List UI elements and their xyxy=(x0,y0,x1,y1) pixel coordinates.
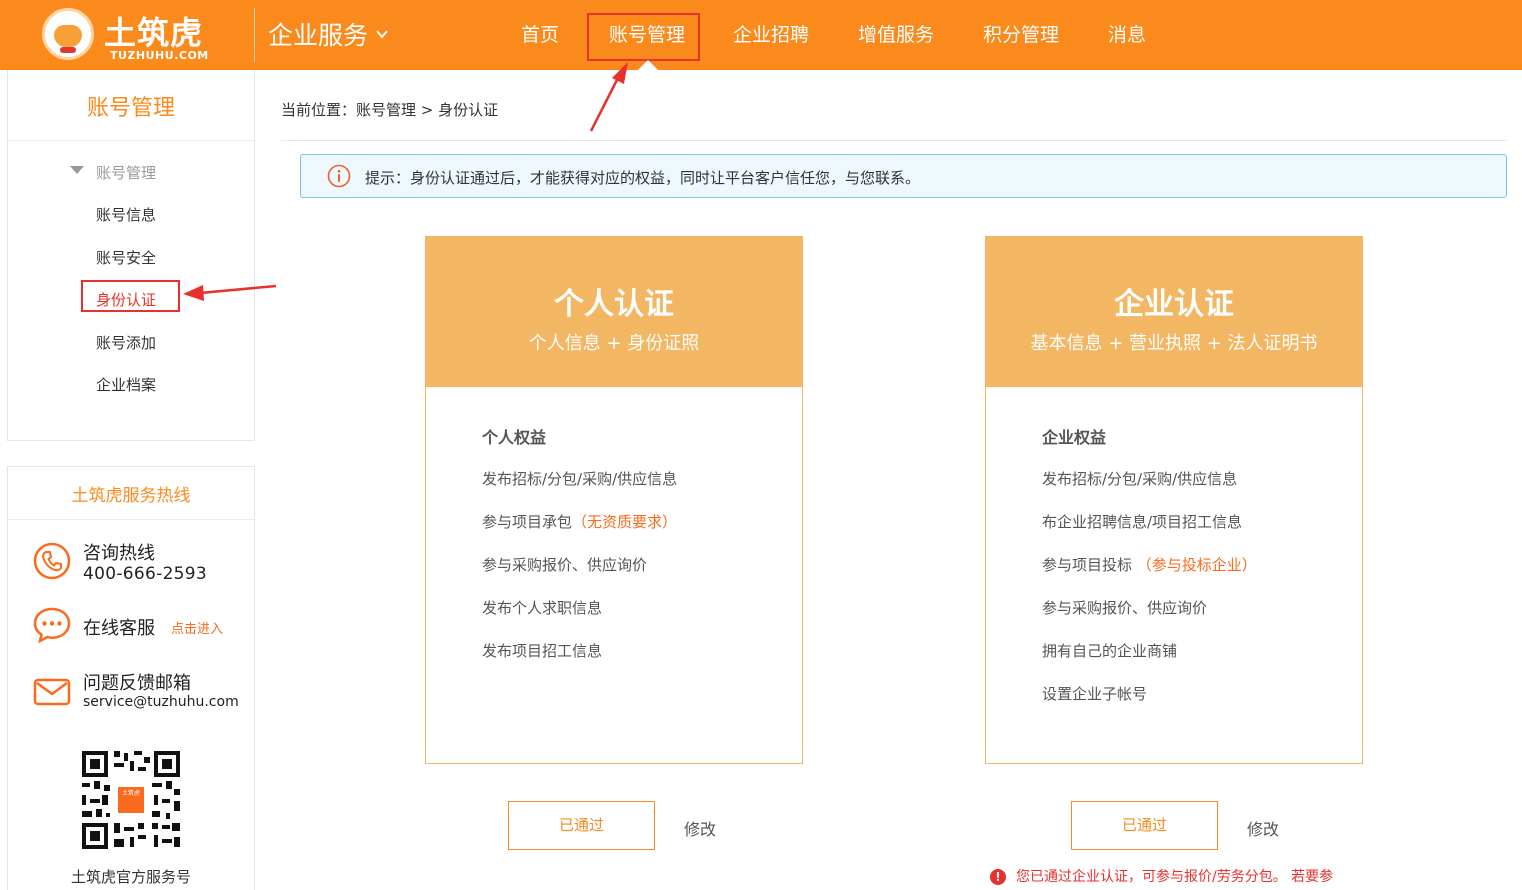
list-item: 参与项目承包（无资质要求） xyxy=(482,513,678,531)
list-item: 参与采购报价、供应询价 xyxy=(1042,599,1208,617)
mail-icon xyxy=(33,678,71,706)
sidebar-item-add-account[interactable]: 账号添加 xyxy=(96,332,156,353)
hotline-title: 土筑虎服务热线 xyxy=(71,486,191,506)
personal-card-header: 个人认证 个人信息 + 身份证照 xyxy=(426,237,802,387)
qr-code-caption: 土筑虎官方服务号 xyxy=(70,868,191,886)
qr-code-image xyxy=(80,749,182,851)
enterprise-status-notice-text: 您已通过企业认证，可参与报价/劳务分包。 若要参 xyxy=(1016,869,1334,885)
alert-icon: ! xyxy=(990,869,1006,885)
active-nav-highlight xyxy=(587,13,700,61)
enterprise-card-subtitle: 基本信息 + 营业执照 + 法人证明书 xyxy=(1030,333,1318,354)
list-item: 参与项目投标 （参与投标企业） xyxy=(1042,556,1257,574)
personal-modify-link[interactable]: 修改 xyxy=(684,816,716,840)
list-item: 拥有自己的企业商铺 xyxy=(1042,642,1178,660)
nav-home[interactable]: 首页 xyxy=(521,20,559,47)
consult-hotline-number: 400-666-2593 xyxy=(83,564,208,584)
logo-text: 土筑虎 xyxy=(104,14,204,52)
enterprise-status-notice: ! 您已通过企业认证，可参与报价/劳务分包。 若要参 xyxy=(990,866,1333,886)
header-divider xyxy=(254,8,255,62)
service-hotline-panel: 土筑虎服务热线 咨询热线 400-666-2593 在线客服 点击进入 问题反馈… xyxy=(7,466,255,890)
list-item: 设置企业子帐号 xyxy=(1042,685,1148,703)
chevron-down-icon[interactable] xyxy=(376,28,388,40)
caret-down-icon[interactable] xyxy=(70,166,84,174)
list-item: 发布招标/分包/采购/供应信息 xyxy=(482,470,678,488)
sidebar-menu: 账号管理 账号管理 账号信息 账号安全 身份认证 账号添加 企业档案 xyxy=(7,70,255,441)
nav-messages[interactable]: 消息 xyxy=(1108,20,1146,47)
enterprise-benefits-title: 企业权益 xyxy=(1042,428,1107,447)
annotation-arrow-nav xyxy=(589,62,628,132)
sidebar-group-account[interactable]: 账号管理 xyxy=(96,162,156,183)
breadcrumb: 当前位置：账号管理 > 身份认证 xyxy=(281,101,499,119)
breadcrumb-divider xyxy=(281,140,1507,141)
qr-center-logo-label: 土筑虎 xyxy=(121,790,140,797)
enterprise-passed-button[interactable]: 已通过 xyxy=(1071,801,1218,850)
logo-subtext: TUZHUHU.COM xyxy=(110,49,209,62)
site-logo[interactable]: 土筑虎 TUZHUHU.COM xyxy=(40,6,220,64)
active-sidebar-highlight xyxy=(81,280,180,312)
personal-passed-button[interactable]: 已通过 xyxy=(508,801,655,850)
nav-value-added-services[interactable]: 增值服务 xyxy=(858,20,934,47)
personal-verification-card: 个人认证 个人信息 + 身份证照 个人权益 发布招标/分包/采购/供应信息 参与… xyxy=(425,236,803,764)
online-service-label: 在线客服 xyxy=(83,618,155,639)
enterprise-card-title: 企业认证 xyxy=(1114,287,1234,322)
service-dropdown-label[interactable]: 企业服务 xyxy=(268,16,368,52)
nav-points-management[interactable]: 积分管理 xyxy=(983,20,1059,47)
list-item: 布企业招聘信息/项目招工信息 xyxy=(1042,513,1243,531)
tip-text: 提示：身份认证通过后，才能获得对应的权益，同时让平台客户信任您，与您联系。 xyxy=(365,169,921,187)
sidebar-title: 账号管理 xyxy=(86,96,175,121)
tiger-mascot-icon xyxy=(42,8,94,60)
nav-recruitment[interactable]: 企业招聘 xyxy=(733,20,809,47)
hotline-divider xyxy=(8,519,254,520)
list-item: 发布个人求职信息 xyxy=(482,599,603,617)
chat-bubble-icon[interactable] xyxy=(32,605,72,645)
personal-benefits-title: 个人权益 xyxy=(482,428,547,447)
feedback-email-address[interactable]: service@tuzhuhu.com xyxy=(83,694,239,710)
sidebar-item-account-security[interactable]: 账号安全 xyxy=(96,247,156,268)
list-item: 发布招标/分包/采购/供应信息 xyxy=(1042,470,1238,488)
top-navigation-bar: 土筑虎 TUZHUHU.COM 企业服务 首页 账号管理 企业招聘 增值服务 积… xyxy=(0,0,1522,70)
list-item: 参与采购报价、供应询价 xyxy=(482,556,648,574)
tip-banner: 提示：身份认证通过后，才能获得对应的权益，同时让平台客户信任您，与您联系。 xyxy=(300,154,1507,198)
sidebar-item-company-profile[interactable]: 企业档案 xyxy=(96,374,156,395)
online-service-link[interactable]: 点击进入 xyxy=(171,618,223,637)
feedback-email-label: 问题反馈邮箱 xyxy=(83,673,191,694)
enterprise-verification-card: 企业认证 基本信息 + 营业执照 + 法人证明书 企业权益 发布招标/分包/采购… xyxy=(985,236,1363,764)
enterprise-card-header: 企业认证 基本信息 + 营业执照 + 法人证明书 xyxy=(986,237,1362,387)
sidebar-item-account-info[interactable]: 账号信息 xyxy=(96,204,156,225)
enterprise-modify-link[interactable]: 修改 xyxy=(1247,816,1279,840)
phone-icon xyxy=(33,542,71,580)
consult-hotline-label: 咨询热线 xyxy=(83,543,155,564)
list-item: 发布项目招工信息 xyxy=(482,642,603,660)
info-icon xyxy=(327,164,351,188)
active-nav-caret xyxy=(638,60,658,70)
personal-card-title: 个人认证 xyxy=(554,287,674,322)
sidebar-divider xyxy=(8,140,254,141)
personal-card-subtitle: 个人信息 + 身份证照 xyxy=(528,333,700,354)
